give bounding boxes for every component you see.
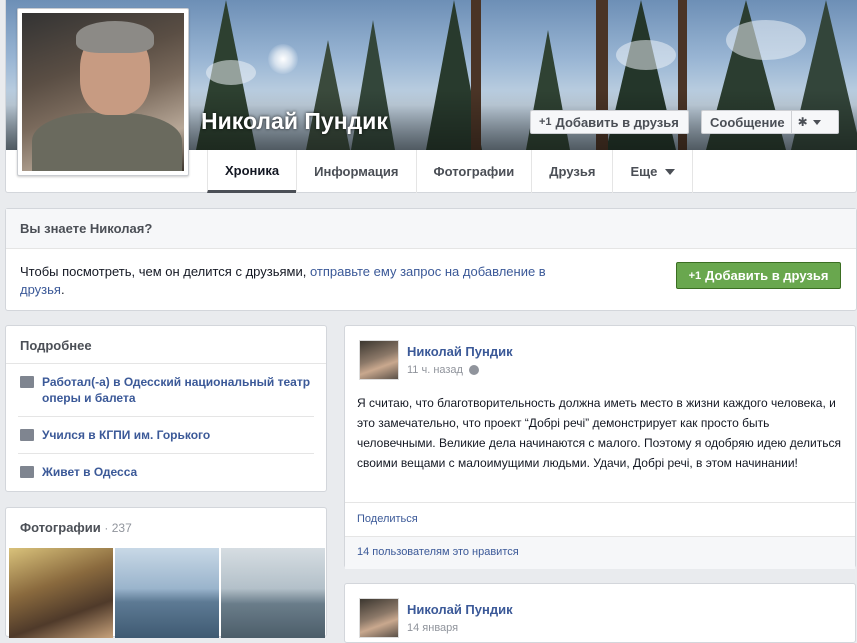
know-text: Чтобы посмотреть, чем он делится с друзь… — [6, 249, 566, 313]
education-icon — [20, 429, 34, 441]
post-author[interactable]: Николай Пундик — [407, 602, 513, 617]
profile-picture[interactable] — [17, 8, 189, 176]
add-friend-icon: +1 — [688, 269, 702, 282]
post-text: Я считаю, что благотворительность должна… — [357, 396, 841, 470]
home-icon — [20, 466, 34, 478]
avatar[interactable] — [359, 598, 399, 638]
about-item-text[interactable]: Учился в КГПИ им. Горького — [42, 427, 210, 443]
know-person-card: Вы знаете Николая? Чтобы посмотреть, чем… — [5, 208, 857, 311]
tab-label: Фотографии — [433, 164, 515, 179]
photos-count: · 237 — [104, 521, 132, 535]
know-title: Вы знаете Николая? — [6, 209, 856, 249]
about-item-text[interactable]: Живет в Одесса — [42, 464, 137, 480]
message-button[interactable]: Сообщение ✱ — [701, 110, 839, 134]
post-time-row: 11 ч. назад — [407, 364, 513, 376]
timeline-post: Николай Пундик 14 января — [344, 583, 856, 643]
globe-icon[interactable] — [468, 365, 479, 376]
briefcase-icon — [20, 376, 34, 388]
know-text-end: . — [60, 282, 65, 297]
tab-label: Еще — [630, 164, 658, 179]
tab-friends[interactable]: Друзья — [531, 150, 612, 193]
tab-label: Хроника — [225, 162, 280, 178]
snow — [206, 60, 256, 85]
photo-shirt — [32, 113, 182, 171]
add-friend-button[interactable]: +1 Добавить в друзья — [530, 110, 689, 134]
snow — [616, 40, 676, 70]
gear-icon[interactable]: ✱ — [798, 115, 808, 129]
timeline-post: Николай Пундик 11 ч. назад Я считаю, что… — [344, 325, 856, 569]
add-friend-label: Добавить в друзья — [705, 268, 829, 283]
share-link[interactable]: Поделиться — [357, 513, 418, 525]
add-friend-label: Добавить в друзья — [555, 114, 679, 130]
post-meta: Николай Пундик 14 января — [407, 598, 513, 638]
about-item-home: Живет в Одесса — [18, 454, 314, 490]
about-item-text[interactable]: Работал(-а) в Одесский национальный теат… — [42, 374, 312, 406]
post-likes: 14 пользователям это нравится — [345, 536, 855, 569]
add-friend-icon: +1 — [539, 116, 552, 128]
profile-name[interactable]: Николай Пундик — [201, 108, 388, 135]
profile-tabs: Хроника Информация Фотографии Друзья Еще — [207, 150, 694, 193]
post-meta: Николай Пундик 11 ч. назад — [407, 340, 513, 380]
tab-timeline[interactable]: Хроника — [207, 150, 297, 193]
post-timestamp[interactable]: 11 ч. назад — [407, 364, 463, 376]
photos-card: Фотографии · 237 — [5, 507, 327, 638]
chevron-down-icon[interactable] — [812, 119, 821, 125]
add-friend-green-button[interactable]: +1 Добавить в друзья — [676, 262, 841, 289]
divider — [790, 111, 792, 133]
message-label: Сообщение — [710, 114, 785, 130]
tab-more[interactable]: Еще — [612, 150, 694, 193]
post-actions: Поделиться — [345, 502, 855, 536]
snow — [726, 20, 806, 60]
about-card: Подробнее Работал(-а) в Одесский национа… — [5, 325, 327, 492]
tab-label: Друзья — [549, 164, 596, 179]
tab-photos[interactable]: Фотографии — [415, 150, 532, 193]
about-item-work: Работал(-а) в Одесский национальный теат… — [18, 364, 314, 417]
avatar[interactable] — [359, 340, 399, 380]
post-header: Николай Пундик 11 ч. назад — [359, 340, 513, 380]
photo-hair — [76, 21, 154, 53]
photos-header: Фотографии · 237 — [6, 508, 326, 546]
tab-label: Информация — [314, 164, 399, 179]
profile-photo — [22, 13, 184, 171]
know-text-plain: Чтобы посмотреть, чем он делится с друзь… — [20, 264, 310, 279]
post-header: Николай Пундик 14 января — [359, 598, 513, 638]
post-timestamp[interactable]: 14 января — [407, 622, 458, 634]
post-author[interactable]: Николай Пундик — [407, 344, 513, 359]
sun-glare — [268, 44, 298, 74]
post-time-row: 14 января — [407, 622, 513, 634]
about-title: Подробнее — [6, 326, 326, 364]
about-item-education: Учился в КГПИ им. Горького — [18, 417, 314, 454]
tab-info[interactable]: Информация — [296, 150, 415, 193]
photos-title[interactable]: Фотографии — [20, 520, 101, 535]
likes-count-link[interactable]: 14 пользователям это нравится — [357, 546, 519, 558]
chevron-down-icon — [665, 168, 676, 175]
